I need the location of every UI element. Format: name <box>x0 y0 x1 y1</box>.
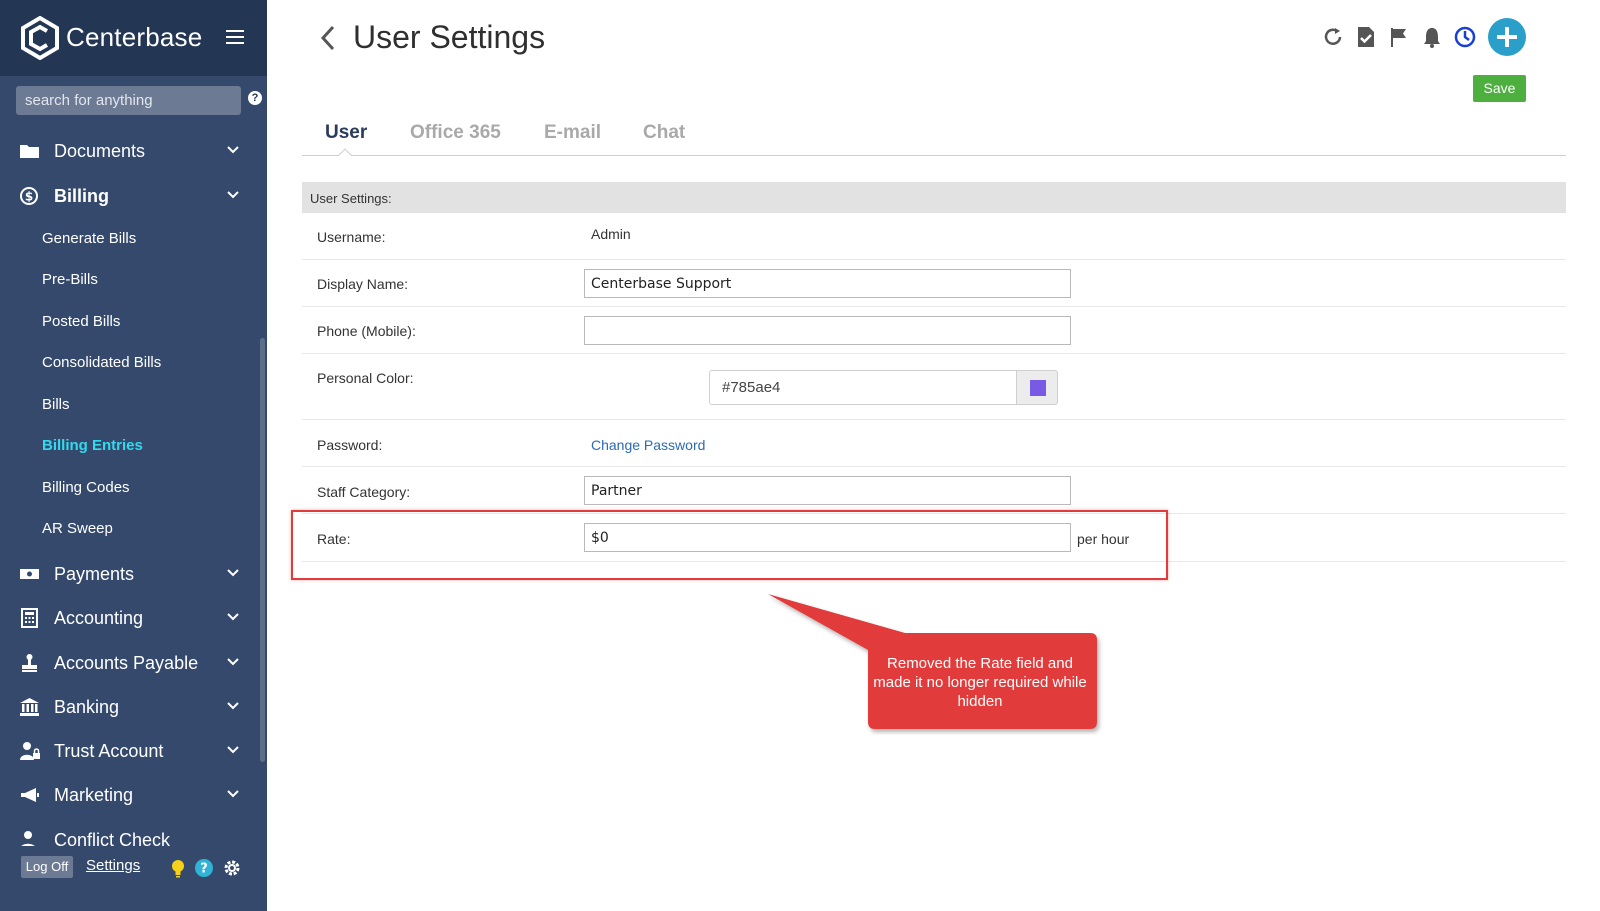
chevron-down-icon <box>227 191 239 199</box>
chevron-down-icon <box>227 790 239 798</box>
sidebar-sub-posted-bills[interactable]: Posted Bills <box>42 313 120 330</box>
hamburger-menu-icon[interactable] <box>226 30 244 44</box>
stamp-icon <box>22 654 37 672</box>
clock-icon[interactable] <box>1454 26 1476 48</box>
phone-label: Phone (Mobile): <box>317 323 416 339</box>
color-swatch <box>1030 380 1046 396</box>
save-button[interactable]: Save <box>1473 75 1526 102</box>
sidebar-sub-billing-entries[interactable]: Billing Entries <box>42 437 143 454</box>
sidebar-item-label: Trust Account <box>54 741 164 761</box>
add-button[interactable] <box>1488 18 1526 56</box>
password-label: Password: <box>317 437 383 453</box>
sidebar-item-label: Accounts Payable <box>54 653 199 673</box>
search-help-icon[interactable]: ? <box>248 91 262 105</box>
dollar-icon: $ <box>20 187 38 205</box>
gear-icon[interactable] <box>222 858 242 878</box>
section-title: User Settings: <box>310 191 392 206</box>
search-input[interactable] <box>16 86 241 115</box>
sidebar-item-accounting[interactable]: Accounting <box>0 598 260 638</box>
tab-office-365[interactable]: Office 365 <box>410 122 501 144</box>
bank-icon <box>20 698 39 716</box>
page-title: User Settings <box>353 19 546 55</box>
megaphone-icon <box>21 788 39 802</box>
sidebar-item-payments[interactable]: Payments <box>0 554 260 594</box>
back-chevron-icon[interactable] <box>318 24 338 52</box>
svg-text:$: $ <box>25 190 33 204</box>
task-check-icon[interactable] <box>1355 26 1377 48</box>
personal-color-field[interactable] <box>709 370 1016 405</box>
section-header: User Settings: <box>302 182 1566 213</box>
flag-icon[interactable] <box>1388 26 1410 48</box>
lightbulb-icon[interactable] <box>168 858 188 878</box>
centerbase-logo-icon <box>21 16 59 60</box>
phone-field[interactable] <box>584 316 1071 345</box>
calculator-icon <box>21 608 38 628</box>
sidebar-item-banking[interactable]: Banking <box>0 687 260 727</box>
chevron-down-icon <box>227 146 239 154</box>
color-picker-button[interactable] <box>1016 370 1058 405</box>
sidebar-item-label: Banking <box>54 697 120 717</box>
personal-color-label: Personal Color: <box>317 370 414 386</box>
chevron-down-icon <box>227 613 239 621</box>
sidebar-sub-billing-codes[interactable]: Billing Codes <box>42 479 130 496</box>
settings-tabs: User Office 365 E-mail Chat <box>302 112 1566 156</box>
tab-user[interactable]: User <box>325 122 367 144</box>
sidebar-item-label: Accounting <box>54 608 144 628</box>
display-name-label: Display Name: <box>317 276 409 292</box>
refresh-icon[interactable] <box>1322 26 1344 48</box>
brand-name: Centerbase <box>66 22 203 52</box>
staff-category-field[interactable] <box>584 476 1071 505</box>
sidebar-item-accounts-payable[interactable]: Accounts Payable <box>0 643 260 683</box>
row-personal-color: Personal Color: <box>302 354 1566 420</box>
rate-highlight-box <box>291 510 1168 580</box>
tab-chat[interactable]: Chat <box>643 122 685 144</box>
sidebar-item-trust-account[interactable]: Trust Account <box>0 731 260 771</box>
app-root: Centerbase ? Documents $ Billing Generat… <box>0 0 1600 911</box>
money-icon <box>20 569 39 579</box>
sidebar-item-label: Payments <box>54 564 135 584</box>
brand-bar: Centerbase <box>0 0 267 76</box>
help-icon[interactable]: ? <box>194 858 214 878</box>
change-password-link[interactable]: Change Password <box>591 437 705 453</box>
sidebar-scrollbar[interactable] <box>260 338 265 762</box>
staff-category-label: Staff Category: <box>317 484 411 500</box>
tab-email[interactable]: E-mail <box>544 122 601 144</box>
svg-text:?: ? <box>200 862 208 877</box>
sidebar-sub-ar-sweep[interactable]: AR Sweep <box>42 520 113 537</box>
sidebar: Centerbase ? Documents $ Billing Generat… <box>0 0 267 911</box>
sidebar-footer: Log Off Settings ? <box>0 846 267 911</box>
sidebar-sub-consolidated-bills[interactable]: Consolidated Bills <box>42 354 161 371</box>
sidebar-item-marketing[interactable]: Marketing <box>0 775 260 815</box>
row-display-name: Display Name: <box>302 260 1566 307</box>
sidebar-item-label: Billing <box>54 186 109 206</box>
sidebar-item-documents[interactable]: Documents <box>0 131 260 171</box>
chevron-down-icon <box>227 702 239 710</box>
sidebar-sub-pre-bills[interactable]: Pre-Bills <box>42 271 98 288</box>
display-name-field[interactable] <box>584 269 1071 298</box>
bell-icon[interactable] <box>1421 26 1443 48</box>
log-off-button[interactable]: Log Off <box>21 856 73 878</box>
row-password: Password: Change Password <box>302 420 1566 467</box>
row-username: Username: Admin <box>302 213 1566 260</box>
sidebar-item-label: Documents <box>54 141 146 161</box>
callout-text: Removed the Rate field and made it no lo… <box>873 655 1087 710</box>
row-phone: Phone (Mobile): <box>302 307 1566 354</box>
folder-icon <box>20 145 39 158</box>
settings-link[interactable]: Settings <box>86 857 140 874</box>
chevron-down-icon <box>227 658 239 666</box>
user-lock-icon <box>20 742 40 760</box>
row-staff-category: Staff Category: <box>302 467 1566 514</box>
main-content: User Settings Save User Office 365 E-mai… <box>267 0 1600 911</box>
username-value: Admin <box>591 226 631 242</box>
sidebar-sub-generate-bills[interactable]: Generate Bills <box>42 230 136 247</box>
sidebar-item-label: Marketing <box>54 785 134 805</box>
active-tab-caret <box>338 148 352 156</box>
plus-icon <box>1497 27 1517 47</box>
sidebar-item-billing[interactable]: $ Billing <box>0 176 260 216</box>
username-label: Username: <box>317 229 386 245</box>
chevron-down-icon <box>227 569 239 577</box>
sidebar-sub-bills[interactable]: Bills <box>42 396 70 413</box>
chevron-down-icon <box>227 746 239 754</box>
